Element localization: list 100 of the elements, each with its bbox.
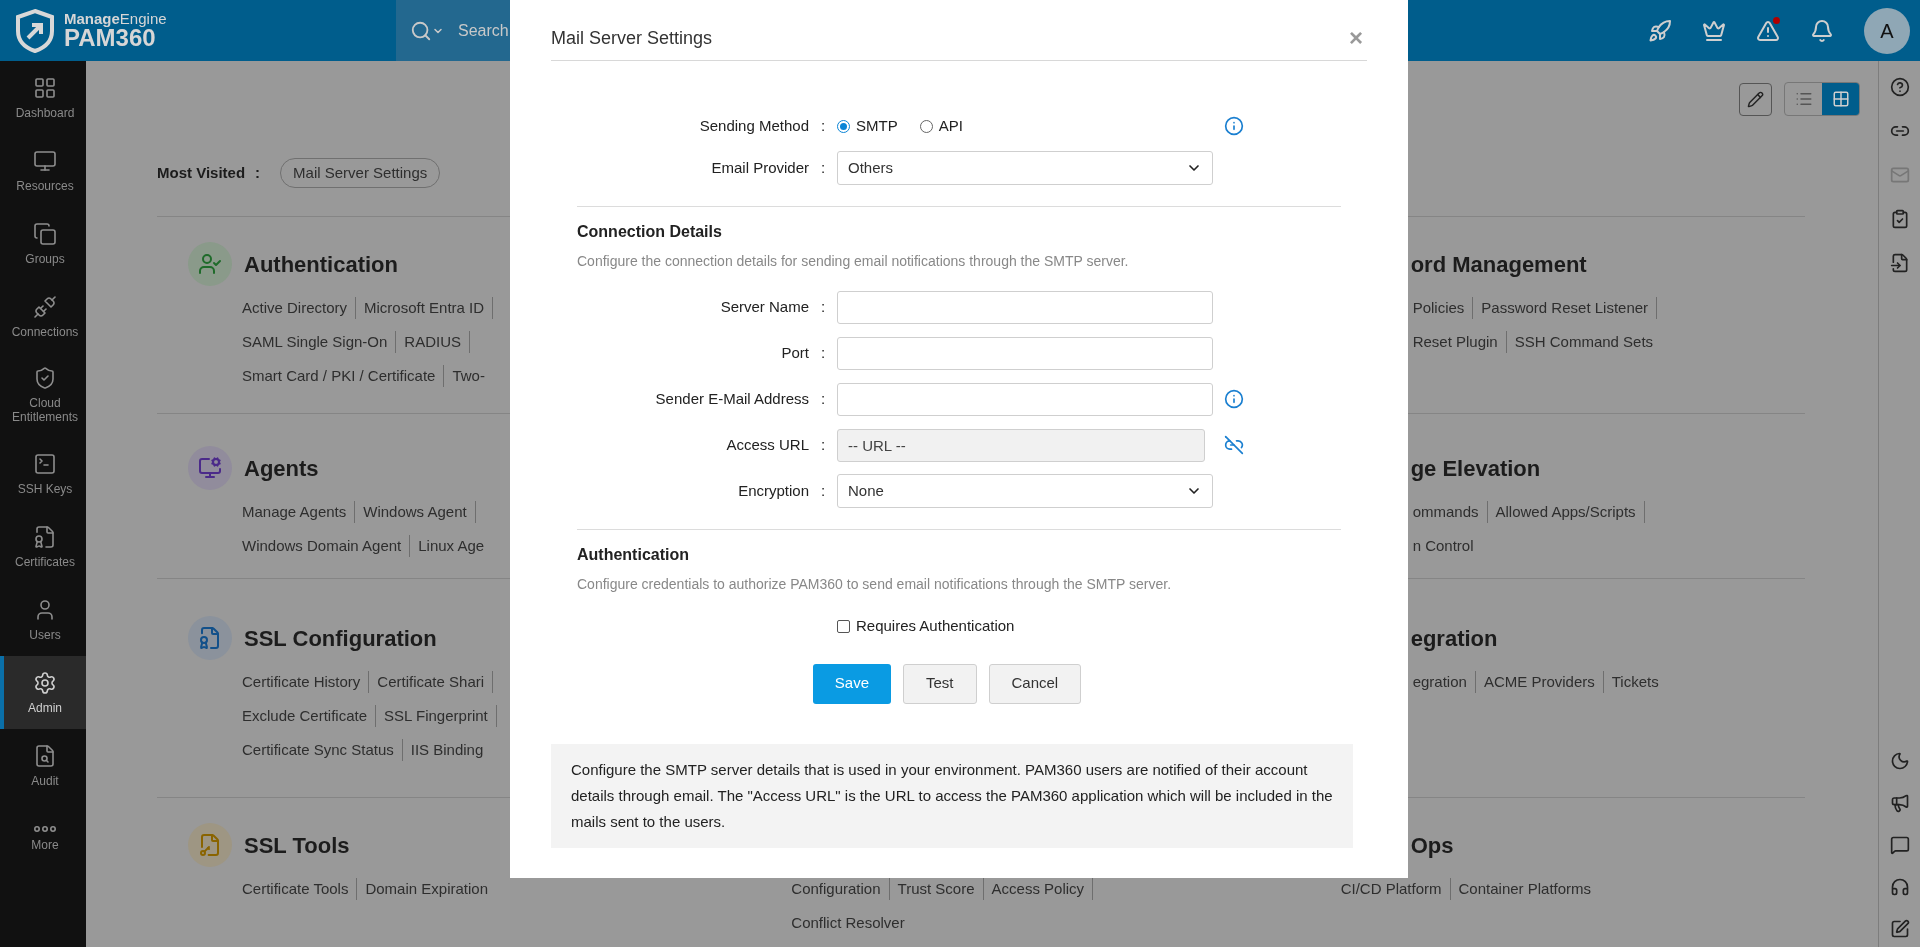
setting-link[interactable]: Password Reset Listener	[1481, 296, 1649, 320]
section-title: Authentication	[244, 250, 398, 279]
grid-icon	[1831, 90, 1850, 108]
field-label: Email Provider	[710, 157, 809, 178]
moon-icon[interactable]	[1889, 751, 1910, 771]
settings-icon	[33, 670, 57, 695]
radio-option[interactable]: API	[919, 114, 963, 138]
setting-link[interactable]: n Control	[1412, 534, 1474, 558]
dashboard-icon	[33, 75, 57, 100]
setting-link[interactable]: Domain Expiration	[365, 877, 488, 901]
section-title: SSL Tools	[244, 831, 350, 860]
dialog-title: Mail Server Settings	[551, 26, 713, 50]
setting-link[interactable]: Tickets	[1611, 670, 1659, 694]
search-field[interactable]: Search	[396, 0, 510, 61]
colon: :	[819, 115, 827, 136]
chat-icon[interactable]	[1889, 835, 1910, 855]
user-avatar[interactable]: A	[1864, 7, 1910, 54]
nav-item[interactable]: Connections	[0, 280, 86, 353]
bell-icon[interactable]	[1810, 18, 1834, 43]
section-title: egration	[1410, 624, 1498, 653]
field-label: Sender E-Mail Address	[654, 388, 809, 409]
file-transfer-icon[interactable]	[1889, 253, 1910, 273]
text-field[interactable]	[837, 290, 1213, 324]
test-button[interactable]: Test	[903, 663, 977, 704]
nav-item[interactable]: More	[0, 802, 86, 875]
section-title: Ops	[1410, 831, 1454, 860]
alert-icon[interactable]	[1756, 18, 1780, 43]
setting-link[interactable]: Manage Agents	[242, 500, 347, 524]
setting-link[interactable]: Certificate Shari	[377, 670, 485, 694]
help-icon[interactable]	[1889, 77, 1910, 97]
setting-link[interactable]: Conflict Resolver	[791, 911, 905, 935]
setting-link[interactable]: RADIUS	[404, 330, 462, 354]
setting-link[interactable]: Container Platforms	[1458, 877, 1592, 901]
setting-link[interactable]: CI/CD Platform	[1340, 877, 1442, 901]
section-title: ord Management	[1410, 250, 1587, 279]
cancel-button[interactable]: Cancel	[988, 663, 1082, 704]
select-field[interactable]: None	[837, 474, 1213, 508]
select-field[interactable]: Others	[837, 151, 1213, 185]
setting-link[interactable]: egration	[1412, 670, 1467, 694]
setting-link[interactable]: Two-	[452, 364, 485, 388]
grid-view-button[interactable]	[1822, 83, 1859, 115]
nav-item[interactable]: Groups	[0, 207, 86, 280]
setting-link[interactable]: Certificate Sync Status	[242, 738, 394, 762]
setting-link[interactable]: Smart Card / PKI / Certificate	[242, 364, 436, 388]
setting-link[interactable]: ommands	[1412, 500, 1479, 524]
close-button[interactable]: ×	[1349, 26, 1367, 50]
feedback-icon[interactable]	[1889, 919, 1910, 939]
rocket-icon[interactable]	[1648, 18, 1672, 43]
nav-item[interactable]: Cloud Entitlements	[0, 353, 86, 437]
nav-item[interactable]: Certificates	[0, 510, 86, 583]
setting-link[interactable]: Windows Domain Agent	[242, 534, 402, 558]
setting-link[interactable]: SAML Single Sign-On	[242, 330, 388, 354]
nav-item[interactable]: Audit	[0, 729, 86, 802]
nav-item[interactable]: Users	[0, 583, 86, 656]
most-visited-label: Most Visited	[157, 162, 246, 183]
setting-link[interactable]: Configuration	[791, 877, 881, 901]
nav-item[interactable]: Dashboard	[0, 61, 86, 134]
save-button[interactable]: Save	[812, 663, 891, 704]
section-title: SSL Configuration	[244, 624, 437, 653]
info-icon[interactable]	[1224, 389, 1244, 409]
colon: :	[819, 342, 827, 363]
setting-link[interactable]: Certificate Tools	[242, 877, 349, 901]
section-heading: Authentication	[577, 545, 690, 565]
help-note: Configure the SMTP server details that is used in your environment. PAM360 users are notified of their account details through email. The "Access URL" is the URL to access the PAM360 application which will be included in the mails sent to the users.	[551, 743, 1353, 848]
setting-link[interactable]: Windows Agent	[363, 500, 467, 524]
brand-company: ManageEngine	[64, 11, 167, 26]
crown-icon[interactable]	[1702, 18, 1726, 43]
megaphone-icon[interactable]	[1889, 793, 1910, 813]
colon: :	[819, 157, 827, 178]
setting-link[interactable]: Microsoft Entra ID	[364, 296, 485, 320]
nav-item[interactable]: Admin	[0, 656, 86, 729]
section-title: ge Elevation	[1410, 454, 1541, 483]
plug-icon	[33, 294, 57, 319]
groups-icon	[33, 221, 57, 246]
text-field[interactable]	[837, 382, 1213, 416]
radio-option[interactable]: SMTP	[837, 114, 898, 138]
nav-item[interactable]: SSH Keys	[0, 437, 86, 510]
setting-link[interactable]: Certificate History	[242, 670, 361, 694]
nav-item[interactable]: Resources	[0, 134, 86, 207]
field-label: Access URL	[725, 434, 809, 455]
setting-link[interactable]: SSL Fingerprint	[384, 704, 488, 728]
edit-button[interactable]	[1739, 82, 1772, 116]
info-icon[interactable]	[1224, 116, 1244, 136]
setting-link[interactable]: IIS Binding	[410, 738, 484, 762]
headset-icon[interactable]	[1889, 877, 1910, 897]
setting-link[interactable]: Exclude Certificate	[242, 704, 368, 728]
colon: :	[255, 162, 261, 183]
setting-link[interactable]: Trust Score	[897, 877, 975, 901]
setting-link[interactable]: Reset Plugin	[1412, 330, 1498, 354]
setting-link[interactable]: Active Directory	[242, 296, 348, 320]
certificate-icon	[33, 524, 57, 549]
monitor-icon	[33, 148, 57, 173]
setting-link[interactable]: Access Policy	[991, 877, 1085, 901]
setting-link[interactable]: Linux Age	[418, 534, 485, 558]
setting-link[interactable]: Policies	[1412, 296, 1465, 320]
setting-link[interactable]: ACME Providers	[1483, 670, 1595, 694]
setting-link[interactable]: Allowed Apps/Scripts	[1495, 500, 1636, 524]
setting-link[interactable]: SSH Command Sets	[1514, 330, 1654, 354]
text-field[interactable]	[837, 336, 1213, 370]
requires-authentication-checkbox[interactable]: Requires Authentication	[837, 615, 1015, 638]
